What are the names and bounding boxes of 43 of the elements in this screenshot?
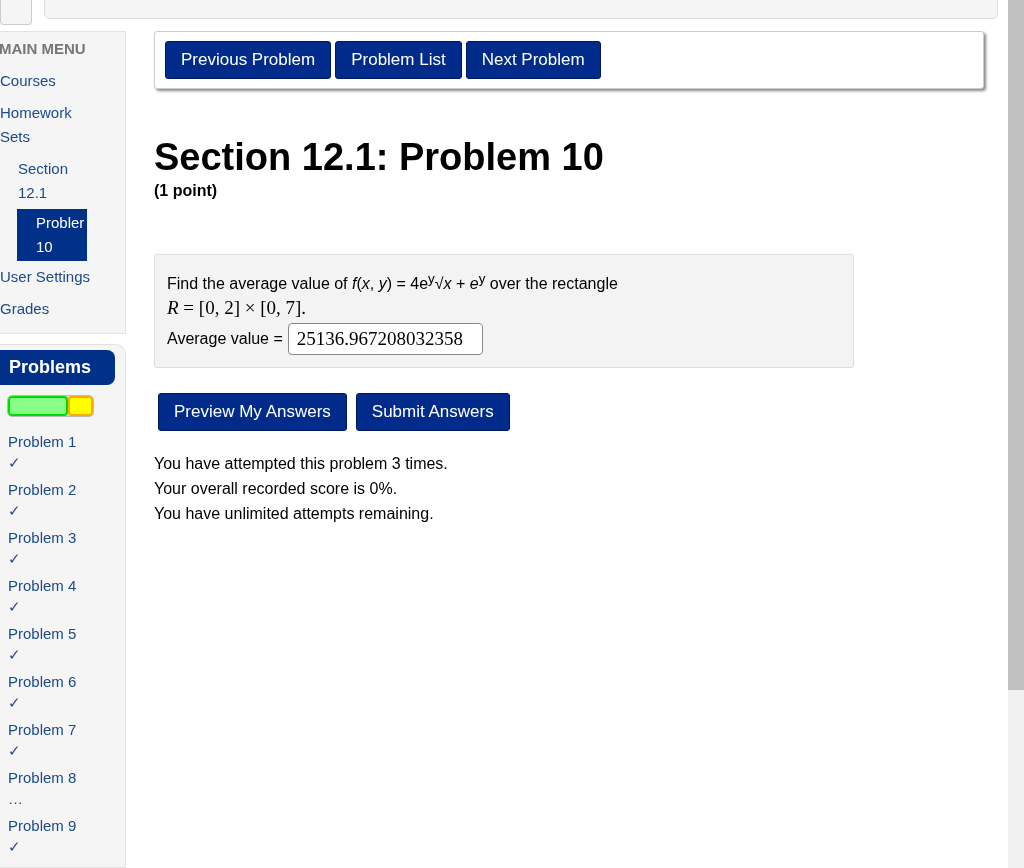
status-mark: ✓: [8, 549, 21, 569]
problem-link[interactable]: Problem 5: [8, 623, 77, 644]
answer-field[interactable]: 25136.967208032358: [287, 323, 483, 356]
nav-button[interactable]: Previous Problem: [165, 41, 332, 79]
status-mark: ✓: [8, 837, 21, 857]
menu-link[interactable]: Courses: [0, 65, 103, 97]
status-message: Your overall recorded score is 0%.: [154, 479, 398, 500]
problem-link[interactable]: Problem 7: [8, 719, 77, 740]
status-mark: ✓: [8, 597, 21, 617]
problem-link[interactable]: Problem 9: [8, 815, 77, 836]
problem-link[interactable]: Problem 6: [8, 671, 77, 692]
nav-button[interactable]: Next Problem: [465, 41, 601, 79]
problem-link[interactable]: Problem 1: [8, 431, 77, 452]
status-mark: ✓: [8, 693, 21, 713]
menu-title: MAIN MENU: [0, 39, 87, 59]
status-message: You have attempted this problem 3 times.: [154, 454, 448, 475]
status-mark: ✓: [8, 501, 21, 521]
back-button[interactable]: [0, 0, 32, 25]
status-mark: ✓: [8, 453, 21, 473]
submit-button[interactable]: Submit Answers: [355, 393, 510, 432]
status-mark: …: [8, 789, 23, 809]
page-title: Section 12.1: Problem 10: [154, 135, 605, 180]
status-message: You have unlimited attempts remaining.: [154, 504, 434, 525]
status-mark: ✓: [8, 645, 21, 665]
status-mark: ✓: [8, 741, 21, 761]
problem-link[interactable]: Problem 3: [8, 527, 77, 548]
menu-link[interactable]: User Settings: [0, 261, 103, 293]
problem-link[interactable]: Problem 4: [8, 575, 77, 596]
panel-title: Problems: [0, 350, 115, 385]
region-formula: R = [0, 2] × [0, 7].: [167, 296, 307, 321]
menu-link[interactable]: Homework Sets: [0, 97, 103, 153]
menu-link[interactable]: Section 12.1: [18, 153, 85, 209]
points-label: (1 point): [154, 182, 219, 200]
answer-label: Average value =: [167, 329, 283, 350]
menu-link[interactable]: Grades: [0, 293, 103, 325]
problem-link[interactable]: Problem 8: [8, 767, 77, 788]
problem-link[interactable]: Problem 2: [8, 479, 77, 500]
scrollbar[interactable]: [1008, 0, 1024, 868]
scroll-thumb[interactable]: [1008, 0, 1024, 690]
problem-statement: Find the average value of f(x, y) = 4e$^{y}$√x + e$^{y}$ over the rectangle: [167, 270, 618, 295]
submit-button[interactable]: Preview My Answers: [158, 393, 347, 432]
nav-button[interactable]: Problem List: [335, 41, 462, 79]
menu-link[interactable]: Probler 10: [17, 209, 87, 261]
